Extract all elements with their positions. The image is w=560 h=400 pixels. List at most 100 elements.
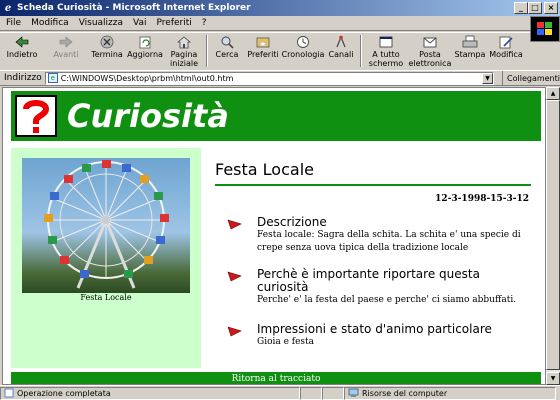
home-icon <box>176 36 192 49</box>
favorites-icon <box>256 37 270 48</box>
browser-window: e Scheda Curiosità - Microsoft Internet … <box>0 0 560 400</box>
back-label: Indietro <box>6 50 38 59</box>
toolbar-separator <box>206 35 208 67</box>
history-button[interactable]: Cronologia <box>282 33 324 69</box>
history-icon <box>297 36 309 48</box>
scroll-thumb[interactable] <box>546 100 560 370</box>
menu-help[interactable]: ? <box>202 18 207 28</box>
scroll-up-button[interactable]: ▲ <box>546 87 560 100</box>
item-heading: Perchè è importante riportare questa cur… <box>257 267 480 294</box>
photo-panel: Festa Locale <box>11 148 201 368</box>
stop-icon <box>100 35 114 49</box>
address-input[interactable]: e C:\WINDOWS\Desktop\prbm\html\out0.htm … <box>44 71 495 85</box>
search-icon <box>221 36 234 49</box>
back-to-route-link[interactable]: Ritorna al tracciato <box>11 372 541 384</box>
ferris-wheel-photo <box>22 158 190 293</box>
zone-text: Risorse del computer <box>362 388 448 398</box>
mail-button[interactable]: Posta elettronica <box>408 33 452 69</box>
item-heading: Impressioni e stato d'animo particolare <box>257 322 492 336</box>
toolbar-separator <box>360 35 362 67</box>
section-title: Festa Locale <box>215 160 314 179</box>
fullscreen-label: A tutto schermo <box>368 50 404 68</box>
maximize-button[interactable]: □ <box>528 2 542 14</box>
item-heading: Descrizione <box>257 215 327 229</box>
favorites-button[interactable]: Preferiti <box>244 33 282 69</box>
stop-label: Termina <box>91 50 123 59</box>
edit-icon <box>499 36 513 49</box>
address-value: C:\WINDOWS\Desktop\prbm\html\out0.htm <box>60 73 234 83</box>
mail-label: Posta elettronica <box>408 50 452 68</box>
fullscreen-button[interactable]: A tutto schermo <box>364 33 408 69</box>
photo-caption: Festa Locale <box>80 293 132 302</box>
home-button[interactable]: Pagina iniziale <box>164 33 204 69</box>
item-text: Festa locale: Sagra della schita. La sch… <box>257 230 521 253</box>
print-label: Stampa <box>454 50 486 59</box>
vertical-scrollbar[interactable]: ▲ ▼ <box>546 87 560 385</box>
bullet-flag-icon <box>227 326 242 337</box>
address-label: Indirizzo <box>4 73 42 83</box>
question-mark-icon <box>15 95 57 137</box>
bullet-flag-icon <box>227 271 242 282</box>
forward-button[interactable]: Avanti <box>44 33 88 69</box>
forward-arrow-icon <box>59 36 73 48</box>
status-cell <box>300 386 322 400</box>
title-bar: e Scheda Curiosità - Microsoft Internet … <box>0 0 560 16</box>
channels-icon <box>336 35 346 48</box>
refresh-icon <box>139 36 151 49</box>
search-label: Cerca <box>215 50 239 59</box>
refresh-label: Aggiorna <box>127 50 163 59</box>
info-item-descrizione: Descrizione Festa locale: Sagra della sc… <box>227 216 527 255</box>
page-title: Curiosità <box>67 97 229 135</box>
channels-button[interactable]: Canali <box>324 33 358 69</box>
page-header: Curiosità <box>11 91 541 141</box>
menu-bar: File Modifica Visualizza Vai Preferiti ? <box>0 16 560 31</box>
edit-label: Modifica <box>489 50 523 59</box>
item-text: Gioia e festa <box>257 337 315 347</box>
date-range: 12-3-1998-15-3-12 <box>435 194 529 204</box>
windows-logo-icon <box>530 16 560 42</box>
page-content: Curiosità Festa Locale Festa Locale 12-3… <box>2 87 546 385</box>
info-item-impressioni: Impressioni e stato d'animo particolare … <box>227 323 527 349</box>
ie-logo-icon: e <box>4 2 12 14</box>
links-button[interactable]: Collegamenti <box>502 71 560 85</box>
favorites-label: Preferiti <box>247 50 279 59</box>
menu-visualizza[interactable]: Visualizza <box>79 18 123 28</box>
channels-label: Canali <box>328 50 354 59</box>
page-icon: e <box>47 73 58 83</box>
zone-cell: Risorse del computer <box>344 386 556 400</box>
back-button[interactable]: Indietro <box>0 33 44 69</box>
info-item-importanza: Perchè è importante riportare questa cur… <box>227 268 527 307</box>
close-button[interactable]: × <box>544 2 558 14</box>
item-text: Perche' e' la festa del paese e perche' … <box>257 295 517 305</box>
forward-label: Avanti <box>53 50 79 59</box>
computer-icon <box>348 388 359 397</box>
home-label: Pagina iniziale <box>170 50 198 68</box>
address-bar: Indirizzo e C:\WINDOWS\Desktop\prbm\html… <box>0 70 560 86</box>
status-cell <box>322 386 344 400</box>
menu-file[interactable]: File <box>6 18 21 28</box>
toolbar: Indietro Avanti Termina Aggiorna Pagina … <box>0 32 530 70</box>
edit-button[interactable]: Modifica <box>488 33 524 69</box>
minimize-button[interactable]: _ <box>514 2 528 14</box>
print-button[interactable]: Stampa <box>452 33 488 69</box>
page-done-icon <box>4 388 14 398</box>
menu-vai[interactable]: Vai <box>133 18 146 28</box>
status-bar: Operazione completata Risorse del comput… <box>0 385 560 400</box>
history-label: Cronologia <box>281 50 325 59</box>
refresh-button[interactable]: Aggiorna <box>126 33 164 69</box>
scroll-down-button[interactable]: ▼ <box>546 372 560 385</box>
title-divider <box>215 184 531 186</box>
print-icon <box>462 35 478 48</box>
back-arrow-icon <box>15 36 29 48</box>
window-title: Scheda Curiosità - Microsoft Internet Ex… <box>17 3 251 13</box>
address-dropdown-button[interactable]: ▼ <box>482 72 494 84</box>
bullet-flag-icon <box>227 219 242 230</box>
fullscreen-icon <box>379 36 393 48</box>
menu-preferiti[interactable]: Preferiti <box>157 18 192 28</box>
mail-icon <box>423 37 437 48</box>
search-button[interactable]: Cerca <box>210 33 244 69</box>
status-text-cell: Operazione completata <box>0 386 300 400</box>
menu-modifica[interactable]: Modifica <box>31 18 69 28</box>
stop-button[interactable]: Termina <box>88 33 126 69</box>
status-text: Operazione completata <box>17 388 111 398</box>
